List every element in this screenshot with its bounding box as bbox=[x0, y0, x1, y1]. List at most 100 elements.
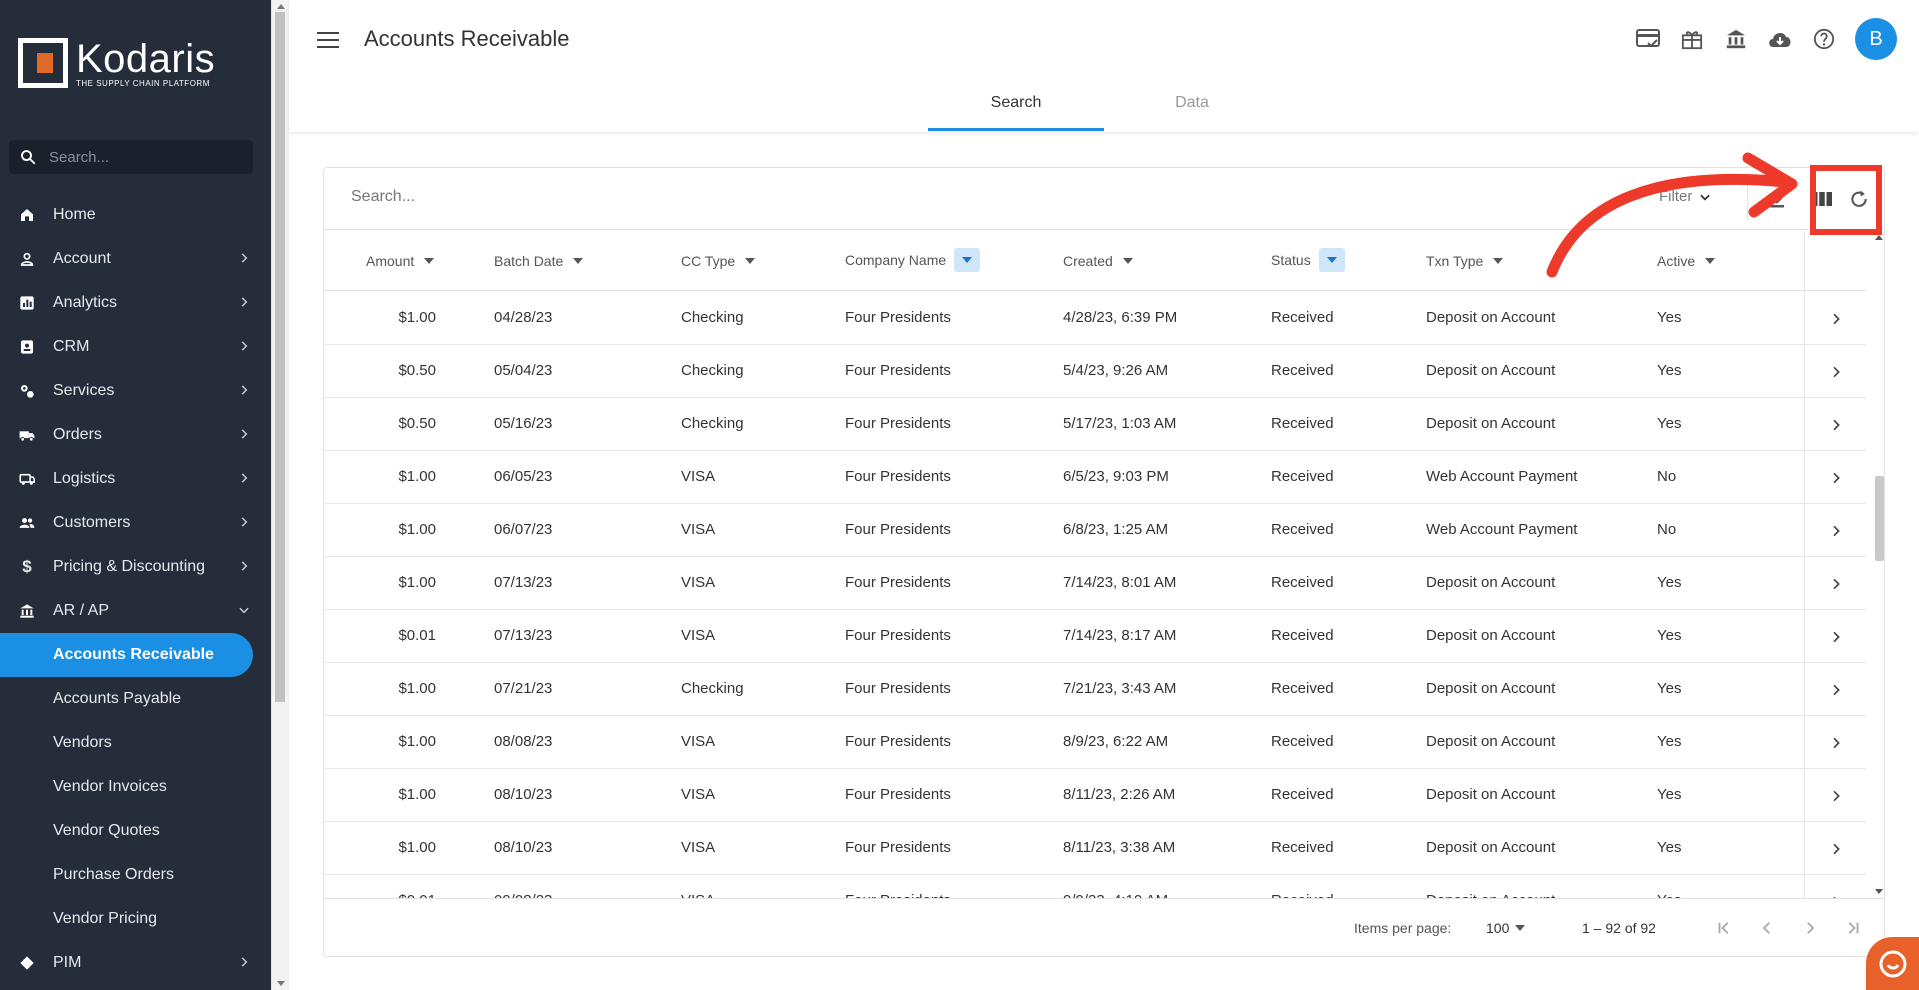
sidebar-item-pim[interactable]: PIM bbox=[0, 941, 271, 985]
sidebar-item-home[interactable]: Home bbox=[0, 193, 271, 237]
row-open-button[interactable] bbox=[1804, 822, 1866, 875]
table-row[interactable]: $0.50 05/04/23 Checking Four Presidents 5/4/… bbox=[324, 345, 1866, 398]
column-header-amount[interactable]: Amount bbox=[366, 253, 435, 269]
sidebar-item-analytics[interactable]: Analytics bbox=[0, 281, 271, 325]
row-open-button[interactable] bbox=[1804, 875, 1866, 898]
cell-txn-type: Deposit on Account bbox=[1426, 362, 1556, 379]
sort-caret-icon bbox=[573, 258, 584, 264]
bank-icon[interactable] bbox=[1723, 26, 1749, 52]
sidebar-search[interactable] bbox=[9, 140, 253, 174]
active-filter-badge[interactable] bbox=[954, 248, 981, 272]
table-scrollbar-thumb[interactable] bbox=[1875, 476, 1884, 561]
table-search-input[interactable] bbox=[351, 188, 1251, 206]
chevron-right-icon bbox=[1807, 922, 1815, 934]
table-row[interactable]: $1.00 04/28/23 Checking Four Presidents 4/28… bbox=[324, 292, 1866, 345]
row-open-button[interactable] bbox=[1804, 557, 1866, 610]
table-row[interactable]: $1.00 08/08/23 VISA Four Presidents 8/9/23, … bbox=[324, 716, 1866, 769]
tab-search[interactable]: Search bbox=[928, 86, 1104, 131]
cloud-download-icon[interactable] bbox=[1767, 26, 1793, 52]
chevron-right-icon bbox=[241, 957, 248, 967]
column-header-status[interactable]: Status bbox=[1271, 248, 1345, 272]
sidebar-item-orders[interactable]: Orders bbox=[0, 413, 271, 457]
row-open-button[interactable] bbox=[1804, 769, 1866, 822]
page-size-select[interactable]: 100 bbox=[1486, 920, 1526, 936]
cell-cc-type: VISA bbox=[681, 627, 716, 644]
sidebar-item-accounts-receivable[interactable]: Accounts Receivable bbox=[0, 633, 253, 677]
paginator: Items per page: 100 1 – 92 of 92 bbox=[324, 898, 1884, 956]
cell-active: Yes bbox=[1657, 574, 1682, 591]
table-row[interactable]: $1.00 06/07/23 VISA Four Presidents 6/8/23, … bbox=[324, 504, 1866, 557]
scroll-down-arrow-icon[interactable] bbox=[1875, 889, 1883, 894]
table-row[interactable]: $1.00 07/21/23 Checking Four Presidents 7/21… bbox=[324, 663, 1866, 716]
row-open-button[interactable] bbox=[1804, 292, 1866, 345]
sidebar-item-services[interactable]: Services bbox=[0, 369, 271, 413]
sidebar-item-vendors[interactable]: Vendors bbox=[0, 721, 271, 765]
previous-page-button[interactable] bbox=[1754, 915, 1780, 941]
row-open-button[interactable] bbox=[1804, 345, 1866, 398]
payment-icon[interactable] bbox=[1635, 26, 1661, 52]
column-header-label: Created bbox=[1063, 253, 1113, 269]
sidebar-item-customers[interactable]: Customers bbox=[0, 501, 271, 545]
table-row[interactable]: $0.50 05/16/23 Checking Four Presidents 5/17… bbox=[324, 398, 1866, 451]
scroll-down-arrow-icon[interactable] bbox=[277, 981, 285, 986]
sidebar-item-vendor-pricing[interactable]: Vendor Pricing bbox=[0, 897, 271, 941]
sidebar-item-crm[interactable]: CRM bbox=[0, 325, 271, 369]
sidebar-scrollbar-thumb[interactable] bbox=[275, 12, 285, 702]
row-open-button[interactable] bbox=[1804, 663, 1866, 716]
kodaris-logo[interactable]: Kodaris THE SUPPLY CHAIN PLATFORM bbox=[18, 38, 215, 88]
row-open-button[interactable] bbox=[1804, 716, 1866, 769]
table-row[interactable]: $0.0109/08/23VISAFour Presidents9/9/23, … bbox=[324, 875, 1866, 898]
tab-data[interactable]: Data bbox=[1104, 86, 1280, 131]
gift-icon[interactable] bbox=[1679, 26, 1705, 52]
sidebar-item-pricing[interactable]: $ Pricing & Discounting bbox=[0, 545, 271, 589]
column-header-label: Company Name bbox=[845, 252, 947, 268]
scroll-up-arrow-icon[interactable] bbox=[1875, 235, 1883, 240]
chevron-left-icon bbox=[1762, 922, 1770, 934]
column-header-company-name[interactable]: Company Name bbox=[845, 248, 981, 272]
row-open-button[interactable] bbox=[1804, 451, 1866, 504]
cell-created: 8/11/23, 2:26 AM bbox=[1063, 786, 1176, 803]
chevron-right-icon bbox=[1832, 737, 1840, 748]
sidebar-item-ar-ap[interactable]: AR / AP bbox=[0, 589, 271, 633]
column-header-created[interactable]: Created bbox=[1063, 253, 1133, 269]
table-row[interactable]: $1.00 08/10/23 VISA Four Presidents 8/11/23,… bbox=[324, 769, 1866, 822]
cell-status: Received bbox=[1271, 627, 1334, 644]
chat-support-button[interactable] bbox=[1866, 937, 1919, 990]
menu-icon[interactable] bbox=[317, 32, 339, 48]
table-row[interactable]: $1.00 06/05/23 VISA Four Presidents 6/5/23, … bbox=[324, 451, 1866, 504]
table-row[interactable]: $0.01 07/13/23 VISA Four Presidents 7/14/23,… bbox=[324, 610, 1866, 663]
sidebar-item-logistics[interactable]: Logistics bbox=[0, 457, 271, 501]
column-header-txn-type[interactable]: Txn Type bbox=[1426, 253, 1504, 269]
active-filter-badge[interactable] bbox=[1318, 248, 1345, 272]
row-open-button[interactable] bbox=[1804, 398, 1866, 451]
sidebar-scrollbar[interactable] bbox=[271, 0, 289, 990]
items-per-page-label: Items per page: bbox=[1354, 920, 1452, 936]
table-body: $1.00 04/28/23 Checking Four Presidents 4/28… bbox=[324, 292, 1866, 898]
sidebar-item-accounts-payable[interactable]: Accounts Payable bbox=[0, 677, 271, 721]
table-row[interactable]: $1.00 08/10/23 VISA Four Presidents 8/11/23,… bbox=[324, 822, 1866, 875]
next-page-button[interactable] bbox=[1797, 915, 1823, 941]
table-scrollbar[interactable] bbox=[1873, 231, 1885, 898]
sidebar-item-vendor-invoices[interactable]: Vendor Invoices bbox=[0, 765, 271, 809]
first-page-button[interactable] bbox=[1711, 915, 1737, 941]
user-avatar[interactable]: B bbox=[1855, 18, 1897, 60]
sidebar-item-account[interactable]: Account bbox=[0, 237, 271, 281]
cell-amount: $1.00 bbox=[398, 733, 436, 750]
help-icon[interactable] bbox=[1811, 26, 1837, 52]
column-header-batch-date[interactable]: Batch Date bbox=[494, 253, 584, 269]
last-page-button[interactable] bbox=[1840, 915, 1866, 941]
sidebar-item-vendor-quotes[interactable]: Vendor Quotes bbox=[0, 809, 271, 853]
sidebar-nav: Home Account Analytics CRM Services Orde… bbox=[0, 193, 271, 985]
sidebar-search-input[interactable] bbox=[49, 148, 239, 166]
home-icon bbox=[19, 207, 35, 223]
crm-icon bbox=[19, 339, 35, 355]
sidebar-item-purchase-orders[interactable]: Purchase Orders bbox=[0, 853, 271, 897]
sidebar-item-label: Customers bbox=[53, 514, 131, 531]
scroll-up-arrow-icon[interactable] bbox=[277, 4, 285, 9]
row-open-button[interactable] bbox=[1804, 610, 1866, 663]
column-header-cc-type[interactable]: CC Type bbox=[681, 253, 756, 269]
cell-active: No bbox=[1657, 521, 1677, 538]
table-row[interactable]: $1.00 07/13/23 VISA Four Presidents 7/14/23,… bbox=[324, 557, 1866, 610]
sidebar-item-label: Orders bbox=[53, 426, 102, 443]
row-open-button[interactable] bbox=[1804, 504, 1866, 557]
